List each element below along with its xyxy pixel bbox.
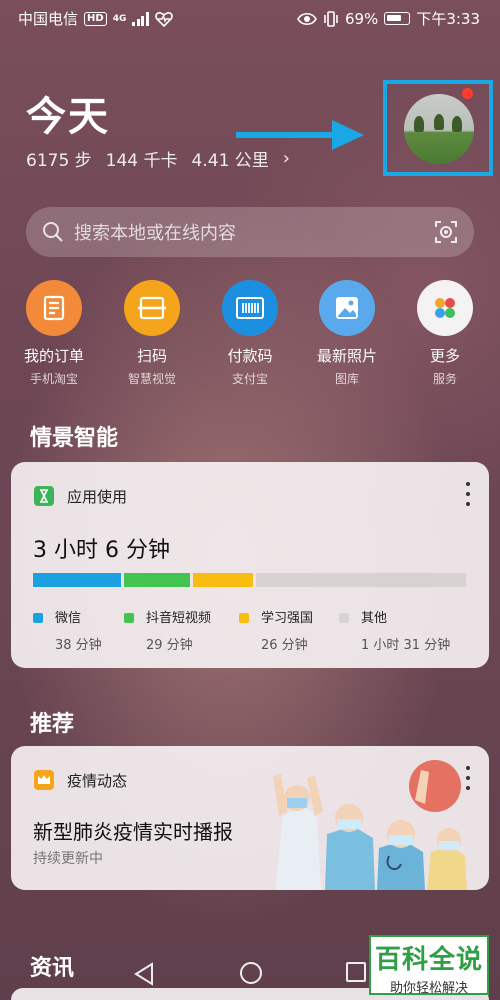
app-usage-card[interactable]: 应用使用 3 小时 6 分钟 微信 38 分钟 抖音短视频 29 分钟 学习强国… xyxy=(11,462,489,668)
battery-icon xyxy=(384,12,411,25)
carrier-name: 中国电信 xyxy=(18,10,79,28)
quick-icon-bg xyxy=(417,280,473,336)
legend-duration: 38 分钟 xyxy=(55,638,102,653)
watermark-subtitle: 助你轻松解决 xyxy=(389,981,468,996)
card-title: 应用使用 xyxy=(67,487,128,506)
photo-icon xyxy=(336,297,358,319)
visual-scan-icon[interactable] xyxy=(434,220,458,244)
steps-count: 6175 步 xyxy=(26,151,92,171)
usage-bar-segment xyxy=(193,573,254,587)
quick-action-sub: 图库 xyxy=(334,372,359,386)
eye-icon xyxy=(297,12,317,25)
quick-action-label: 扫码 xyxy=(136,347,167,365)
usage-bar-segment xyxy=(256,573,466,587)
quick-action-label: 更多 xyxy=(429,347,460,365)
signal-icon xyxy=(132,11,149,26)
status-right: 69% 下午3:33 xyxy=(297,8,480,29)
barcode-icon xyxy=(236,297,264,319)
total-usage: 3 小时 6 分钟 xyxy=(33,538,170,563)
quick-icon-bg xyxy=(319,280,375,336)
vibrate-icon xyxy=(324,10,338,27)
search-icon xyxy=(43,222,63,242)
legend-item: 抖音短视频 29 分钟 xyxy=(124,607,211,653)
card-tag: 疫情动态 xyxy=(67,771,128,790)
clock: 下午3:33 xyxy=(416,10,480,28)
notification-dot xyxy=(462,88,473,99)
document-icon xyxy=(43,295,65,321)
quick-action-label: 我的订单 xyxy=(23,347,84,365)
tree-shape xyxy=(452,116,462,132)
recommend-title: 新型肺炎疫情实时播报 xyxy=(33,820,233,844)
legend-app-name: 微信 xyxy=(55,611,82,626)
calories-count: 144 千卡 xyxy=(105,151,178,171)
quick-actions: 我的订单 手机淘宝 扫码 智慧视觉 付款码 支付宝 最新照片 图库 更多 服务 xyxy=(0,280,500,390)
crown-icon xyxy=(34,770,54,790)
section-title-recommend: 推荐 xyxy=(30,712,75,737)
more-apps-icon xyxy=(435,298,455,318)
quick-action-photos[interactable]: 最新照片 图库 xyxy=(302,280,392,387)
back-icon[interactable] xyxy=(133,962,155,986)
battery-percent: 69% xyxy=(344,9,379,28)
quick-action-sub: 手机淘宝 xyxy=(29,372,78,386)
legend-duration: 1 小时 31 分钟 xyxy=(361,638,451,653)
legend-dot xyxy=(124,613,134,623)
more-options-icon[interactable] xyxy=(465,482,471,506)
quick-action-orders[interactable]: 我的订单 手机淘宝 xyxy=(9,280,99,387)
status-left: 中国电信 HD 4G xyxy=(18,8,173,29)
quick-action-sub: 智慧视觉 xyxy=(127,372,176,386)
recent-apps-icon[interactable] xyxy=(346,962,366,982)
network-type: 4G xyxy=(112,13,127,24)
quick-action-paycode[interactable]: 付款码 支付宝 xyxy=(205,280,295,387)
avatar[interactable] xyxy=(404,94,474,164)
search-placeholder: 搜索本地或在线内容 xyxy=(74,223,236,244)
quick-icon-bg xyxy=(222,280,278,336)
recommend-subtitle: 持续更新中 xyxy=(33,851,103,867)
legend-duration: 29 分钟 xyxy=(146,638,193,653)
legend-item: 其他 1 小时 31 分钟 xyxy=(339,607,450,653)
search-bar[interactable]: 搜索本地或在线内容 xyxy=(26,207,474,257)
quick-action-label: 付款码 xyxy=(227,347,273,365)
hd-badge: HD xyxy=(84,11,107,26)
legend-item: 学习强国 26 分钟 xyxy=(239,607,313,653)
legend-duration: 26 分钟 xyxy=(261,638,308,653)
page-title: 今天 xyxy=(26,94,110,140)
card-header: 疫情动态 xyxy=(33,769,127,791)
status-bar: 中国电信 HD 4G 69% 下午3:33 xyxy=(0,0,500,36)
annotation-arrow-icon xyxy=(236,120,364,150)
quick-action-more[interactable]: 更多 服务 xyxy=(400,280,490,387)
quick-action-sub: 服务 xyxy=(432,372,457,386)
watermark-logo: 百科全说 助你轻松解决 xyxy=(369,935,489,996)
quick-action-sub: 支付宝 xyxy=(231,372,268,386)
legend-dot xyxy=(33,613,43,623)
hourglass-icon xyxy=(34,486,54,506)
tree-shape xyxy=(414,116,424,132)
card-header: 应用使用 xyxy=(33,485,127,507)
more-options-icon[interactable] xyxy=(465,766,471,790)
medical-workers-illustration xyxy=(273,760,467,890)
recommend-card[interactable]: 疫情动态 新型肺炎疫情实时播报 持续更新中 xyxy=(11,746,489,890)
tree-shape xyxy=(434,114,444,130)
section-title-scene: 情景智能 xyxy=(30,426,119,451)
quick-icon-bg xyxy=(26,280,82,336)
quick-icon-bg xyxy=(124,280,180,336)
usage-bar xyxy=(33,573,466,587)
legend-item: 微信 38 分钟 xyxy=(33,607,102,653)
usage-bar-segment xyxy=(123,573,191,587)
scan-icon xyxy=(138,296,166,320)
legend-app-name: 抖音短视频 xyxy=(146,611,212,626)
heart-pulse-icon xyxy=(155,11,173,27)
quick-action-scan[interactable]: 扫码 智慧视觉 xyxy=(107,280,197,387)
watermark-title: 百科全说 xyxy=(374,945,483,975)
legend-app-name: 其他 xyxy=(361,611,388,626)
home-icon[interactable] xyxy=(240,962,262,984)
usage-bar-segment xyxy=(33,573,121,587)
legend-app-name: 学习强国 xyxy=(261,611,314,626)
quick-action-label: 最新照片 xyxy=(316,347,377,365)
legend-dot xyxy=(239,613,249,623)
legend-dot xyxy=(339,613,349,623)
